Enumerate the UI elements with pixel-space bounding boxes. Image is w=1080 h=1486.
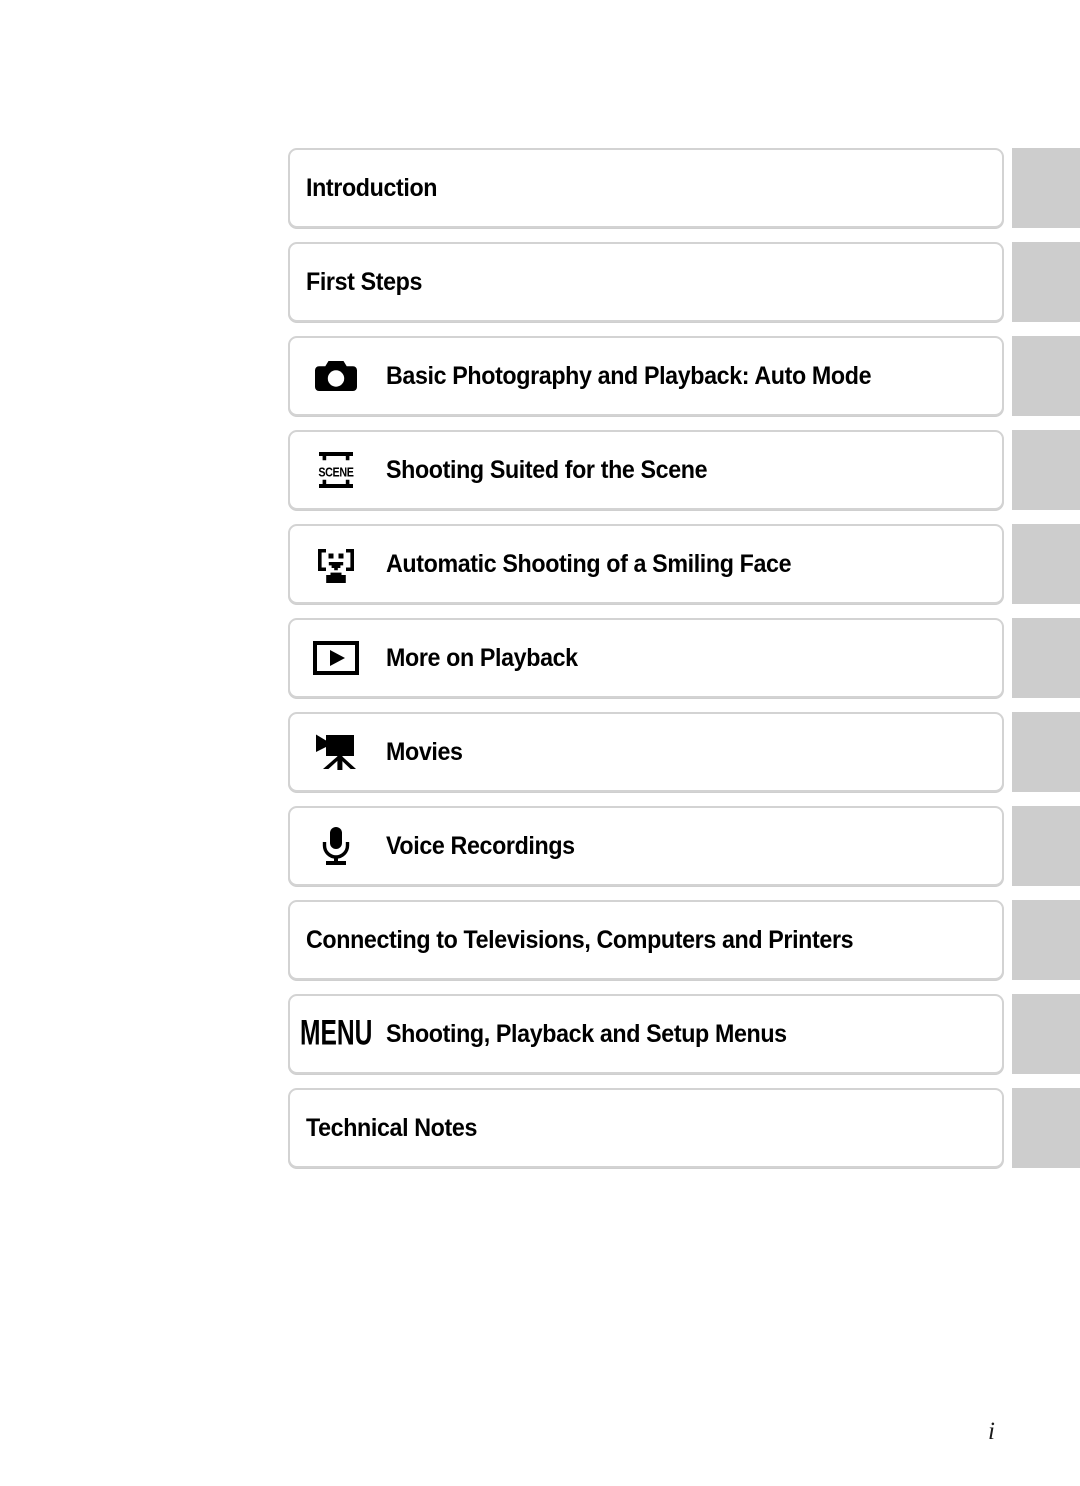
chapter-row-introduction[interactable]: Introduction: [288, 148, 1080, 228]
chapter-row-voice-recordings[interactable]: Voice Recordings: [288, 806, 1080, 886]
chapter-box[interactable]: Connecting to Televisions, Computers and…: [288, 900, 1004, 980]
chapter-title: Connecting to Televisions, Computers and…: [306, 925, 854, 954]
chapter-index-list: Introduction First Steps Basic Photograp…: [288, 148, 1080, 1182]
chapter-tab-marker: [1012, 148, 1080, 228]
chapter-tab-marker: [1012, 994, 1080, 1074]
chapter-tab-marker: [1012, 336, 1080, 416]
chapter-row-scene[interactable]: SCENE Shooting Suited for the Scene: [288, 430, 1080, 510]
chapter-tab-marker: [1012, 242, 1080, 322]
chapter-box[interactable]: Movies: [288, 712, 1004, 792]
chapter-title: First Steps: [306, 267, 423, 296]
menu-icon-label: MENU: [299, 1013, 373, 1053]
chapter-tab-marker: [1012, 618, 1080, 698]
chapter-box[interactable]: Basic Photography and Playback: Auto Mod…: [288, 336, 1004, 416]
chapter-row-basic-photography[interactable]: Basic Photography and Playback: Auto Mod…: [288, 336, 1080, 416]
chapter-row-smile-mode[interactable]: Automatic Shooting of a Smiling Face: [288, 524, 1080, 604]
playback-icon: [290, 641, 382, 675]
chapter-row-movies[interactable]: Movies: [288, 712, 1080, 792]
chapter-box[interactable]: First Steps: [288, 242, 1004, 322]
chapter-tab-marker: [1012, 430, 1080, 510]
chapter-title: Shooting Suited for the Scene: [386, 455, 708, 484]
chapter-box[interactable]: Technical Notes: [288, 1088, 1004, 1168]
svg-text:SCENE: SCENE: [318, 466, 354, 480]
smiling-face-icon: [290, 543, 382, 585]
chapter-tab-marker: [1012, 806, 1080, 886]
camera-icon: [290, 359, 382, 393]
chapter-row-first-steps[interactable]: First Steps: [288, 242, 1080, 322]
chapter-tab-marker: [1012, 900, 1080, 980]
chapter-row-technical-notes[interactable]: Technical Notes: [288, 1088, 1080, 1168]
scene-icon: SCENE: [290, 449, 382, 491]
chapter-title: Introduction: [306, 173, 438, 202]
chapter-row-connecting[interactable]: Connecting to Televisions, Computers and…: [288, 900, 1080, 980]
chapter-title: Technical Notes: [306, 1113, 478, 1142]
chapter-title: More on Playback: [386, 643, 578, 672]
chapter-tab-marker: [1012, 1088, 1080, 1168]
chapter-box[interactable]: Introduction: [288, 148, 1004, 228]
chapter-box[interactable]: MENU Shooting, Playback and Setup Menus: [288, 994, 1004, 1074]
chapter-tab-marker: [1012, 712, 1080, 792]
chapter-row-menus[interactable]: MENU Shooting, Playback and Setup Menus: [288, 994, 1080, 1074]
chapter-tab-marker: [1012, 524, 1080, 604]
microphone-icon: [290, 825, 382, 867]
page-folio: i: [988, 1418, 995, 1445]
movie-camera-icon: [290, 732, 382, 772]
chapter-title: Basic Photography and Playback: Auto Mod…: [386, 361, 872, 390]
chapter-box[interactable]: More on Playback: [288, 618, 1004, 698]
chapter-box[interactable]: Voice Recordings: [288, 806, 1004, 886]
menu-icon: MENU: [290, 1013, 382, 1053]
chapter-row-more-on-playback[interactable]: More on Playback: [288, 618, 1080, 698]
chapter-box[interactable]: Automatic Shooting of a Smiling Face: [288, 524, 1004, 604]
chapter-title: Voice Recordings: [386, 831, 575, 860]
chapter-box[interactable]: SCENE Shooting Suited for the Scene: [288, 430, 1004, 510]
chapter-title: Shooting, Playback and Setup Menus: [386, 1019, 787, 1048]
document-page: Introduction First Steps Basic Photograp…: [0, 0, 1080, 1486]
chapter-title: Automatic Shooting of a Smiling Face: [386, 549, 792, 578]
chapter-title: Movies: [386, 737, 463, 766]
